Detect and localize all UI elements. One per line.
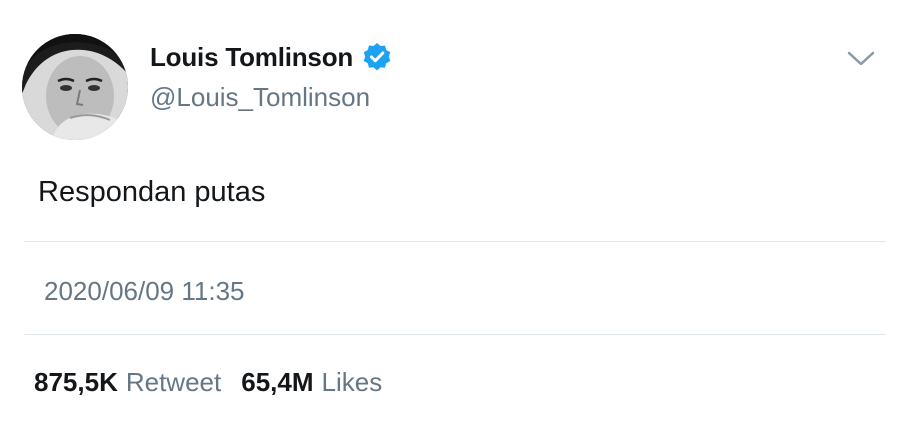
retweets-label: Retweet	[125, 367, 222, 397]
divider	[24, 334, 886, 335]
likes-label: Likes	[321, 367, 383, 397]
verified-badge-icon	[362, 42, 392, 72]
divider	[24, 241, 886, 242]
user-handle[interactable]: @Louis_Tomlinson	[150, 82, 370, 113]
tweet-text: Respondan putas	[38, 176, 266, 208]
avatar[interactable]	[22, 34, 128, 140]
display-name[interactable]: Louis Tomlinson	[150, 42, 353, 73]
likes-count: 65,4M	[241, 367, 314, 397]
tweet-timestamp[interactable]: 2020/06/09 11:35	[44, 276, 244, 307]
tweet-card: Louis Tomlinson @Louis_Tomlinson Respond…	[0, 0, 907, 422]
name-row: Louis Tomlinson	[150, 38, 392, 76]
engagement-stats: 875,5K Retweet 65,4M Likes	[34, 367, 382, 398]
retweets-stat[interactable]: 875,5K Retweet	[34, 367, 221, 398]
avatar-image	[22, 34, 128, 140]
chevron-down-icon[interactable]	[845, 48, 877, 70]
likes-stat[interactable]: 65,4M Likes	[241, 367, 382, 398]
retweets-count: 875,5K	[34, 367, 118, 397]
